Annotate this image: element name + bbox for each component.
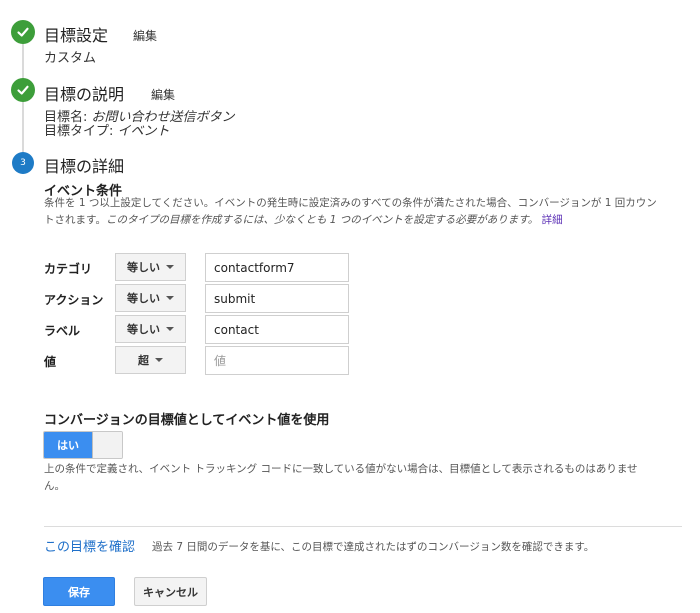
event-conditions-description: 条件を 1 つ以上設定してください。イベントの発生時に設定済みのすべての条件が満… <box>44 195 684 229</box>
step-complete-check-icon <box>11 20 35 44</box>
conversion-value-title: コンバージョンの目標値としてイベント値を使用 <box>44 413 330 428</box>
note-line-2: ん。 <box>44 480 65 492</box>
value-operator-dropdown[interactable]: 超 <box>115 346 186 374</box>
details-link[interactable]: 詳細 <box>542 214 563 226</box>
desc-line-2: トされます。このタイプの目標を作成するには、少なくとも 1 つのイベントを設定す… <box>44 212 684 229</box>
caret-down-icon <box>166 327 174 331</box>
verify-goal-description: 過去 7 日間のデータを基に、この目標で達成されたはずのコンバージョン数を確認で… <box>152 541 595 553</box>
divider <box>44 526 682 527</box>
toggle-knob <box>92 432 122 458</box>
desc-line-1: 条件を 1 つ以上設定してください。イベントの発生時に設定済みのすべての条件が満… <box>44 197 657 209</box>
dropdown-value: 超 <box>138 354 149 367</box>
condition-label-category: カテゴリ <box>44 262 93 276</box>
save-button[interactable]: 保存 <box>43 577 115 606</box>
step-3-title: 目標の詳細 <box>44 157 125 176</box>
goal-type-label: 目標タイプ: <box>44 124 114 139</box>
verify-goal-link[interactable]: この目標を確認 <box>44 536 135 555</box>
use-event-value-toggle[interactable]: はい <box>43 431 123 459</box>
desc-line-2-text: トされます。 <box>44 214 106 226</box>
dropdown-value: 等しい <box>127 292 160 305</box>
condition-label-action: アクション <box>44 293 104 307</box>
action-value-input[interactable] <box>205 284 349 313</box>
desc-line-2-italic: このタイプの目標を作成するには、少なくとも 1 つのイベントを設定する必要があり… <box>105 214 539 226</box>
conversion-value-note: 上の条件で定義され、イベント トラッキング コードに一致している値がない場合は、… <box>44 461 684 495</box>
step-2-edit-link[interactable]: 編集 <box>151 86 175 103</box>
label-operator-dropdown[interactable]: 等しい <box>115 315 186 343</box>
caret-down-icon <box>166 296 174 300</box>
toggle-on-label: はい <box>44 432 92 458</box>
dropdown-value: 等しい <box>127 261 160 274</box>
step-1-edit-link[interactable]: 編集 <box>133 27 157 44</box>
category-operator-dropdown[interactable]: 等しい <box>115 253 186 281</box>
step-2-title: 目標の説明 <box>44 85 125 104</box>
step-complete-check-icon <box>11 78 35 102</box>
caret-down-icon <box>155 358 163 362</box>
category-value-input[interactable] <box>205 253 349 282</box>
value-value-input[interactable] <box>205 346 349 375</box>
dropdown-value: 等しい <box>127 323 160 336</box>
step-1-detail: カスタム <box>44 51 97 66</box>
action-operator-dropdown[interactable]: 等しい <box>115 284 186 312</box>
label-value-input[interactable] <box>205 315 349 344</box>
step-number-badge: 3 <box>12 152 34 174</box>
cancel-button[interactable]: キャンセル <box>134 577 207 606</box>
caret-down-icon <box>166 265 174 269</box>
condition-label-label: ラベル <box>44 324 81 338</box>
note-line-1: 上の条件で定義され、イベント トラッキング コードに一致している値がない場合は、… <box>44 463 638 475</box>
goal-type-line: 目標タイプ: イベント <box>44 120 170 139</box>
step-1-title: 目標設定 <box>44 26 109 45</box>
goal-type-value: イベント <box>117 124 170 139</box>
condition-label-value: 値 <box>44 355 57 369</box>
